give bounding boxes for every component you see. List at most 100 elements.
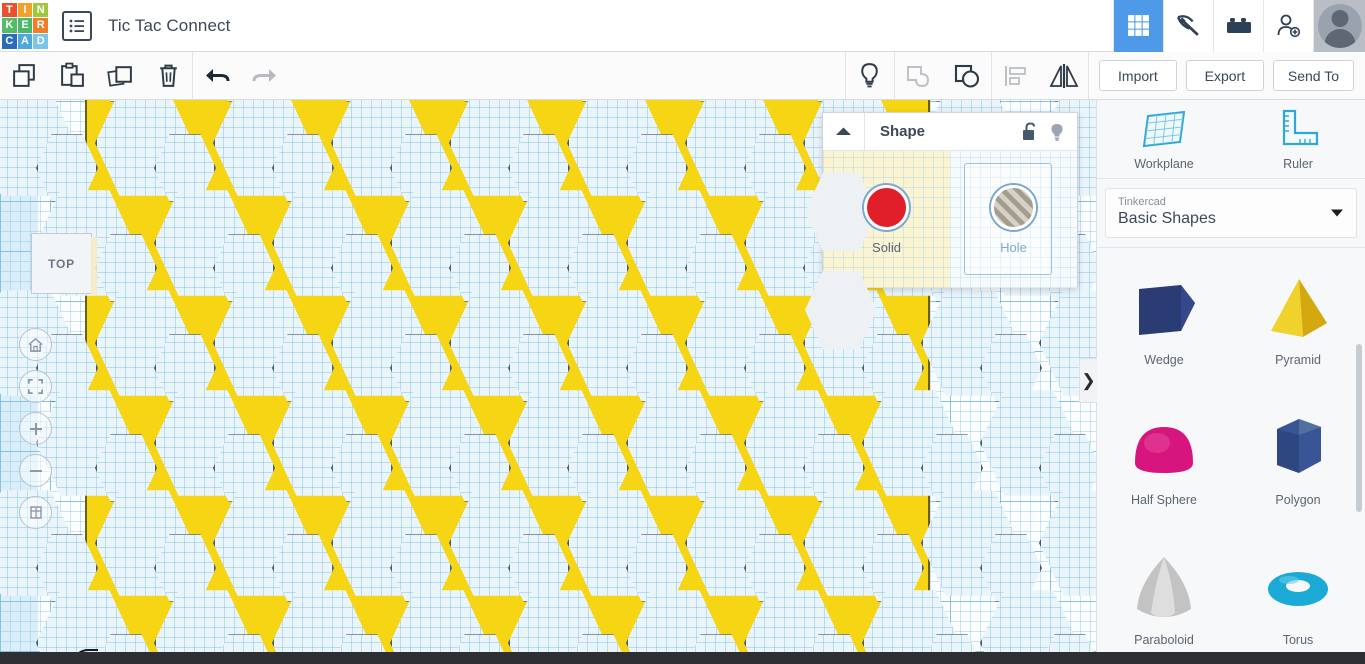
solid-color-swatch — [864, 184, 909, 230]
redo-arrow-icon — [252, 68, 276, 82]
shape-panel-body: Solid Hole — [805, 151, 1077, 350]
half-sphere-shape-icon — [1135, 427, 1193, 473]
undo-button[interactable] — [193, 52, 241, 99]
shape-wedge[interactable]: Wedge — [1097, 248, 1231, 388]
ruler-tool[interactable]: Ruler — [1231, 100, 1365, 178]
paraboloid-shape-icon — [1137, 557, 1191, 617]
right-sidebar: Workplane Ruler Tinkercad Basic Shapes W… — [1096, 100, 1365, 652]
unlock-icon[interactable] — [1022, 121, 1039, 142]
logo-tile-n: N — [33, 2, 48, 18]
lego-brick-icon — [1226, 17, 1251, 33]
shape-paraboloid[interactable]: Paraboloid — [1097, 528, 1231, 664]
shape-polygon[interactable]: Polygon — [1231, 388, 1365, 528]
workplane-tool-label: Workplane — [1134, 156, 1194, 171]
shape-solid-option[interactable]: Solid — [805, 151, 950, 350]
sidebar-tools: Workplane Ruler — [1097, 100, 1365, 179]
ruler-tool-label: Ruler — [1283, 156, 1313, 171]
hexagon-plate-object[interactable] — [0, 100, 1096, 652]
shape-pyramid[interactable]: Pyramid — [1231, 248, 1365, 388]
shape-library-select-wrap: Tinkercad Basic Shapes — [1097, 179, 1365, 247]
copy-button[interactable] — [0, 52, 48, 99]
shape-properties-panel: Shape Solid Hole — [805, 112, 1078, 350]
shape-library-select[interactable]: Tinkercad Basic Shapes — [1105, 188, 1357, 238]
top-bar-right-actions — [1113, 0, 1365, 52]
tinkercad-logo[interactable]: TIN KER CAD — [2, 2, 48, 49]
topbar-3d-design-button[interactable] — [1113, 0, 1163, 52]
hole-label: Hole — [1000, 239, 1027, 255]
group-button[interactable] — [943, 52, 991, 99]
tinkercad-app: TINKERCAD Tic Tac Connect Import Export … — [0, 0, 1365, 664]
project-title[interactable]: Tic Tac Connect — [108, 16, 230, 36]
library-name-label: Basic Shapes — [1118, 210, 1216, 227]
home-view-icon — [28, 337, 43, 352]
lightbulb-icon[interactable] — [1049, 122, 1065, 142]
toolbar-divider-5 — [1087, 52, 1089, 99]
logo-tile-i: I — [17, 2, 33, 18]
shape-library-grid: Wedge Pyramid Half Sphere Polygon Parabo… — [1097, 247, 1365, 647]
shape-pyramid-label: Pyramid — [1275, 353, 1321, 367]
show-hide-button[interactable] — [846, 52, 894, 99]
zoom-in-icon — [29, 422, 42, 435]
topbar-invite-people-button[interactable] — [1263, 0, 1313, 52]
add-user-icon — [1277, 14, 1300, 37]
duplicate-button[interactable] — [96, 52, 144, 99]
view-cube[interactable]: TOP — [31, 233, 97, 295]
project-list-icon[interactable] — [62, 10, 92, 41]
fit-to-view-button[interactable] — [19, 370, 52, 403]
zoom-out-icon — [29, 469, 42, 472]
ruler-icon — [1282, 109, 1319, 145]
align-icon — [1004, 65, 1026, 86]
delete-trash-icon — [159, 64, 177, 87]
home-view-button[interactable] — [19, 328, 52, 361]
logo-tile-r: R — [33, 18, 48, 33]
shape-panel-title: Shape — [880, 123, 926, 140]
undo-arrow-icon — [206, 68, 230, 82]
sidebar-scrollbar[interactable] — [1356, 344, 1362, 512]
user-avatar-button[interactable] — [1313, 0, 1365, 52]
duplicate-icon — [106, 66, 132, 87]
zoom-out-button[interactable] — [19, 454, 52, 487]
top-bar: TIN KER CAD Tic Tac Connect — [0, 0, 1365, 52]
fit-to-view-icon — [28, 379, 43, 394]
viewport-nav-controls — [19, 328, 52, 538]
copy-icon — [12, 64, 35, 87]
export-button[interactable]: Export — [1185, 60, 1264, 91]
hole-color-swatch — [991, 184, 1036, 230]
topbar-bricks-button[interactable] — [1213, 0, 1263, 52]
send-to-button[interactable]: Send To — [1272, 60, 1354, 91]
topbar-codeblocks-button[interactable] — [1163, 0, 1213, 52]
perspective-toggle-button[interactable] — [19, 496, 52, 529]
shape-hole-option[interactable]: Hole — [950, 151, 1077, 288]
delete-button[interactable] — [144, 52, 192, 99]
logo-tile-c: C — [2, 33, 17, 49]
perspective-toggle-icon — [29, 506, 42, 519]
torus-shape-icon — [1268, 572, 1328, 606]
mirror-flip-icon — [1049, 63, 1079, 88]
align-button[interactable] — [992, 52, 1040, 99]
paste-icon — [60, 62, 84, 87]
shape-paraboloid-label: Paraboloid — [1134, 633, 1194, 647]
shape-panel-collapse-button[interactable] — [823, 113, 865, 150]
workplane-tool[interactable]: Workplane — [1097, 100, 1231, 178]
pyramid-shape-icon — [1271, 279, 1327, 337]
workplane-grid-icon — [1142, 110, 1186, 147]
import-button[interactable]: Import — [1098, 60, 1177, 91]
redo-button[interactable] — [241, 52, 289, 99]
shape-half-sphere[interactable]: Half Sphere — [1097, 388, 1231, 528]
ungroup-button[interactable] — [895, 52, 943, 99]
sidebar-collapse-button[interactable]: ❯ — [1079, 358, 1097, 403]
polygon-shape-icon — [1277, 419, 1321, 473]
lightbulb-icon — [861, 63, 879, 88]
shape-half-sphere-label: Half Sphere — [1130, 493, 1197, 507]
shape-torus-label: Torus — [1282, 633, 1314, 647]
mirror-button[interactable] — [1040, 52, 1088, 99]
logo-tile-d: D — [33, 33, 48, 49]
shape-torus[interactable]: Torus — [1231, 528, 1365, 664]
zoom-in-button[interactable] — [19, 412, 52, 445]
list-document-icon — [69, 19, 84, 32]
wedge-shape-icon — [1139, 285, 1195, 335]
avatar — [1317, 3, 1362, 48]
shape-panel-icons — [1022, 121, 1077, 142]
paste-button[interactable] — [48, 52, 96, 99]
os-taskbar — [0, 652, 1365, 664]
